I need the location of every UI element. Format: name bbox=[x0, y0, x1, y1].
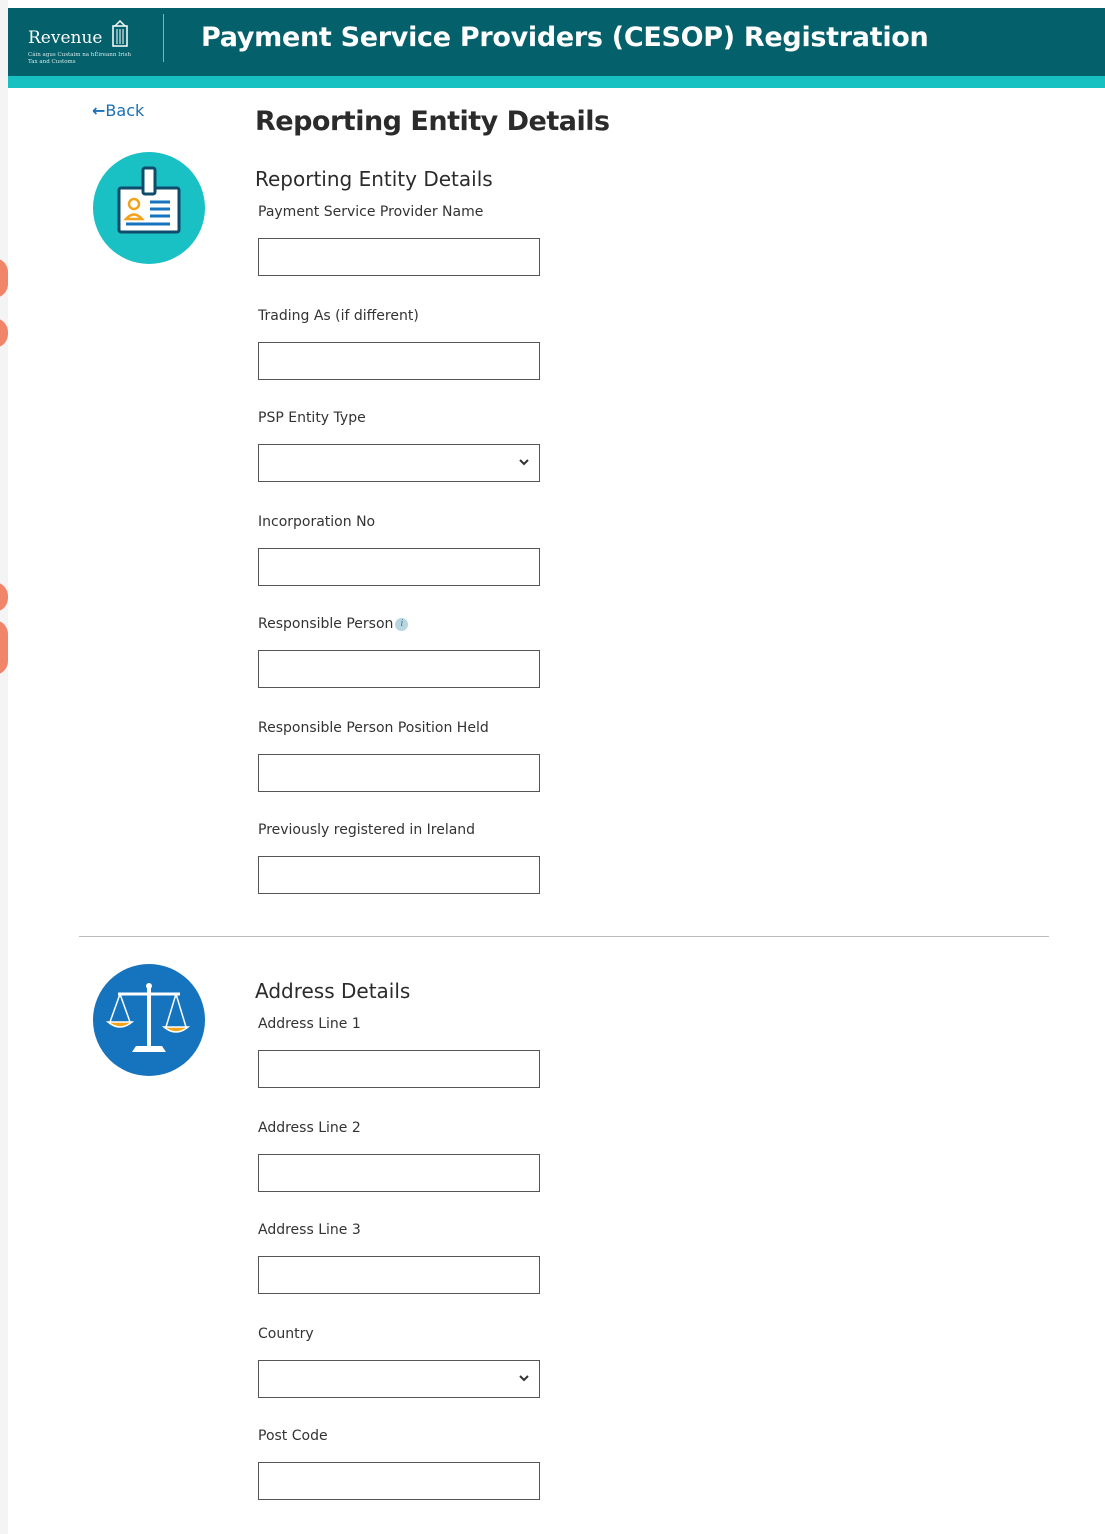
field-psp-name: Payment Service Provider Name bbox=[258, 204, 483, 224]
address-line-2-input[interactable] bbox=[258, 1154, 540, 1192]
page-title: Reporting Entity Details bbox=[255, 106, 610, 137]
field-position-held: Responsible Person Position Held bbox=[258, 720, 489, 740]
logo-tagline: Cáin agus Custaim na hÉireann Irish Tax … bbox=[28, 52, 132, 65]
scales-icon bbox=[93, 964, 205, 1076]
field-incorporation-no: Incorporation No bbox=[258, 514, 375, 534]
responsible-person-input[interactable] bbox=[258, 650, 540, 688]
post-code-input[interactable] bbox=[258, 1462, 540, 1500]
app-title: Payment Service Providers (CESOP) Regist… bbox=[201, 22, 929, 53]
logo-text: Revenue bbox=[28, 28, 103, 48]
field-trading-as: Trading As (if different) bbox=[258, 308, 419, 328]
info-icon[interactable]: i bbox=[395, 617, 409, 631]
field-country: Country bbox=[258, 1326, 314, 1346]
site-header: Revenue Cáin agus Custaim na hÉireann Ir… bbox=[8, 8, 1105, 76]
section-heading-address: Address Details bbox=[255, 979, 411, 1003]
field-responsible-person: Responsible Person i bbox=[258, 616, 409, 636]
chevron-down-icon bbox=[519, 459, 529, 466]
field-label: Responsible Person Position Held bbox=[258, 720, 489, 736]
edge-decoration bbox=[0, 582, 8, 612]
field-label: Previously registered in Ireland bbox=[258, 822, 476, 838]
field-label: Incorporation No bbox=[258, 514, 376, 530]
field-label: Address Line 1 bbox=[258, 1016, 361, 1032]
field-previously-registered: Previously registered in Ireland bbox=[258, 822, 475, 842]
field-address-line-3: Address Line 3 bbox=[258, 1222, 361, 1242]
field-address-line-2: Address Line 2 bbox=[258, 1120, 361, 1140]
previously-registered-input[interactable] bbox=[258, 856, 540, 894]
harp-icon bbox=[112, 20, 128, 47]
back-link[interactable]: ←Back bbox=[92, 101, 144, 120]
field-label: Post Code bbox=[258, 1428, 328, 1444]
arrow-left-icon: ← bbox=[92, 101, 106, 120]
chevron-down-icon bbox=[519, 1375, 529, 1382]
country-select[interactable] bbox=[258, 1360, 540, 1398]
field-post-code: Post Code bbox=[258, 1428, 328, 1448]
incorporation-no-input[interactable] bbox=[258, 548, 540, 586]
field-label-text: Responsible Person bbox=[258, 616, 394, 632]
address-line-3-input[interactable] bbox=[258, 1256, 540, 1294]
section-divider bbox=[79, 936, 1049, 937]
edge-decoration bbox=[0, 620, 8, 675]
left-edge-strip bbox=[0, 0, 8, 1534]
id-badge-icon bbox=[93, 152, 205, 264]
header-divider bbox=[163, 14, 164, 62]
field-label: Payment Service Provider Name bbox=[258, 204, 484, 220]
field-address-line-1: Address Line 1 bbox=[258, 1016, 361, 1036]
edge-decoration bbox=[0, 258, 8, 298]
field-label: Address Line 3 bbox=[258, 1222, 361, 1238]
back-label: Back bbox=[105, 101, 145, 120]
psp-name-input[interactable] bbox=[258, 238, 540, 276]
field-label: Address Line 2 bbox=[258, 1120, 361, 1136]
address-line-1-input[interactable] bbox=[258, 1050, 540, 1088]
field-label: Country bbox=[258, 1326, 314, 1342]
psp-entity-type-select[interactable] bbox=[258, 444, 540, 482]
field-label: PSP Entity Type bbox=[258, 410, 366, 426]
field-label: Responsible Person i bbox=[258, 616, 409, 636]
section-heading-entity: Reporting Entity Details bbox=[255, 167, 493, 191]
field-label: Trading As (if different) bbox=[258, 308, 419, 324]
trading-as-input[interactable] bbox=[258, 342, 540, 380]
position-held-input[interactable] bbox=[258, 754, 540, 792]
edge-decoration bbox=[0, 318, 8, 348]
field-psp-entity-type: PSP Entity Type bbox=[258, 410, 366, 430]
header-accent-bar bbox=[8, 76, 1105, 88]
revenue-logo[interactable]: Revenue Cáin agus Custaim na hÉireann Ir… bbox=[28, 16, 138, 68]
